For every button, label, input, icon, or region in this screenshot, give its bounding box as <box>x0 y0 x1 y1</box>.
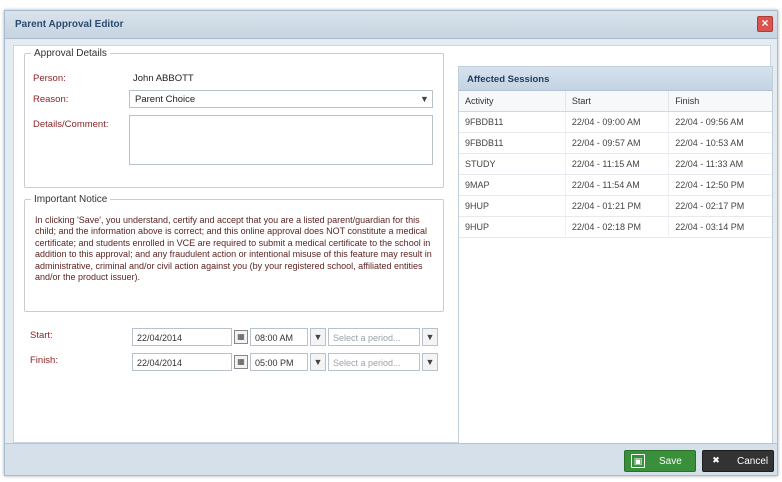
table-row[interactable]: STUDY 22/04 - 11:15 AM 22/04 - 11:33 AM <box>459 153 772 175</box>
comment-textarea[interactable] <box>129 115 433 165</box>
cell-activity: 9HUP <box>459 195 566 217</box>
start-time-dropdown[interactable]: ▼ <box>310 328 326 346</box>
chevron-down-icon: ▼ <box>313 332 323 342</box>
finish-period-select[interactable]: Select a period... <box>328 353 420 371</box>
finish-date-value: 22/04/2014 <box>137 358 183 368</box>
chevron-down-icon: ▼ <box>425 357 435 367</box>
important-notice-legend: Important Notice <box>34 194 108 205</box>
sessions-header-row: Activity Start Finish <box>459 91 772 112</box>
chevron-down-icon: ▼ <box>420 94 429 104</box>
approval-details-section: Approval Details Person: John ABBOTT Rea… <box>24 48 444 188</box>
cell-finish: 22/04 - 03:14 PM <box>668 216 772 238</box>
start-calendar-button[interactable]: ▦ <box>234 330 248 344</box>
start-date-input[interactable]: 22/04/2014 <box>132 328 232 346</box>
comment-label: Details/Comment: <box>33 119 109 130</box>
cell-finish: 22/04 - 10:53 AM <box>668 132 772 154</box>
chevron-down-icon: ▼ <box>425 332 435 342</box>
cell-activity: 9MAP <box>459 174 566 196</box>
cell-start: 22/04 - 09:57 AM <box>565 132 670 154</box>
column-header-finish[interactable]: Finish <box>668 91 772 112</box>
cell-finish: 22/04 - 12:50 PM <box>668 174 772 196</box>
table-row[interactable]: 9MAP 22/04 - 11:54 AM 22/04 - 12:50 PM <box>459 174 772 196</box>
calendar-icon: ▦ <box>237 357 245 366</box>
table-row[interactable]: 9HUP 22/04 - 01:21 PM 22/04 - 02:17 PM <box>459 195 772 217</box>
cell-start: 22/04 - 01:21 PM <box>565 195 670 217</box>
finish-time-dropdown[interactable]: ▼ <box>310 353 326 371</box>
save-button-label: Save <box>659 456 682 467</box>
finish-calendar-button[interactable]: ▦ <box>234 355 248 369</box>
affected-sessions-title: Affected Sessions <box>459 67 772 91</box>
close-button[interactable]: × <box>757 16 773 32</box>
calendar-icon: ▦ <box>237 332 245 341</box>
finish-period-placeholder: Select a period... <box>333 358 401 368</box>
start-period-select[interactable]: Select a period... <box>328 328 420 346</box>
cell-activity: 9FBDB11 <box>459 132 566 154</box>
finish-time-value: 05:00 PM <box>255 358 294 368</box>
cell-activity: STUDY <box>459 153 566 175</box>
chevron-down-icon: ▼ <box>313 357 323 367</box>
column-header-start[interactable]: Start <box>565 91 670 112</box>
cell-finish: 22/04 - 09:56 AM <box>668 111 772 133</box>
approval-details-legend: Approval Details <box>34 48 107 59</box>
start-label: Start: <box>30 330 53 341</box>
important-notice-section: Important Notice In clicking 'Save', you… <box>24 194 444 312</box>
sessions-table: Activity Start Finish 9FBDB11 22/04 - 09… <box>459 91 772 238</box>
finish-label: Finish: <box>30 355 58 366</box>
cancel-icon: ✖ <box>712 455 720 465</box>
reason-select[interactable]: Parent Choice ▼ <box>129 90 433 108</box>
cell-start: 22/04 - 02:18 PM <box>565 216 670 238</box>
save-button[interactable]: ▣ Save <box>624 450 696 472</box>
dialog-body: Approval Details Person: John ABBOTT Rea… <box>13 45 773 444</box>
cancel-button-label: Cancel <box>737 456 769 467</box>
start-date-value: 22/04/2014 <box>137 333 183 343</box>
affected-sessions-panel: Affected Sessions Activity Start Finish … <box>458 66 773 444</box>
reason-label: Reason: <box>33 94 69 105</box>
cell-activity: 9FBDB11 <box>459 111 566 133</box>
column-header-activity[interactable]: Activity <box>459 91 566 112</box>
dialog-titlebar: Parent Approval Editor × <box>5 11 777 39</box>
cell-start: 22/04 - 11:15 AM <box>565 153 670 175</box>
cell-start: 22/04 - 09:00 AM <box>565 111 670 133</box>
finish-date-input[interactable]: 22/04/2014 <box>132 353 232 371</box>
cell-start: 22/04 - 11:54 AM <box>565 174 670 196</box>
notice-text: In clicking 'Save', you understand, cert… <box>35 215 432 283</box>
table-row[interactable]: 9FBDB11 22/04 - 09:57 AM 22/04 - 10:53 A… <box>459 132 772 154</box>
cell-finish: 22/04 - 11:33 AM <box>668 153 772 175</box>
start-period-placeholder: Select a period... <box>333 333 401 343</box>
reason-select-value: Parent Choice <box>135 94 196 105</box>
dialog-title: Parent Approval Editor <box>15 19 124 30</box>
finish-time-input[interactable]: 05:00 PM <box>250 353 308 371</box>
start-period-dropdown[interactable]: ▼ <box>422 328 438 346</box>
person-value: John ABBOTT <box>133 73 194 84</box>
start-time-input[interactable]: 08:00 AM <box>250 328 308 346</box>
dialog-footer: ▣ Save ✖ Cancel <box>5 443 777 475</box>
finish-period-dropdown[interactable]: ▼ <box>422 353 438 371</box>
person-label: Person: <box>33 73 66 84</box>
table-row[interactable]: 9HUP 22/04 - 02:18 PM 22/04 - 03:14 PM <box>459 216 772 238</box>
table-row[interactable]: 9FBDB11 22/04 - 09:00 AM 22/04 - 09:56 A… <box>459 111 772 133</box>
close-icon: × <box>761 16 769 30</box>
save-icon: ▣ <box>631 454 645 468</box>
parent-approval-dialog: Parent Approval Editor × Approval Detail… <box>4 10 778 476</box>
cell-activity: 9HUP <box>459 216 566 238</box>
start-time-value: 08:00 AM <box>255 333 294 343</box>
cell-finish: 22/04 - 02:17 PM <box>668 195 772 217</box>
cancel-button[interactable]: ✖ Cancel <box>702 450 774 472</box>
